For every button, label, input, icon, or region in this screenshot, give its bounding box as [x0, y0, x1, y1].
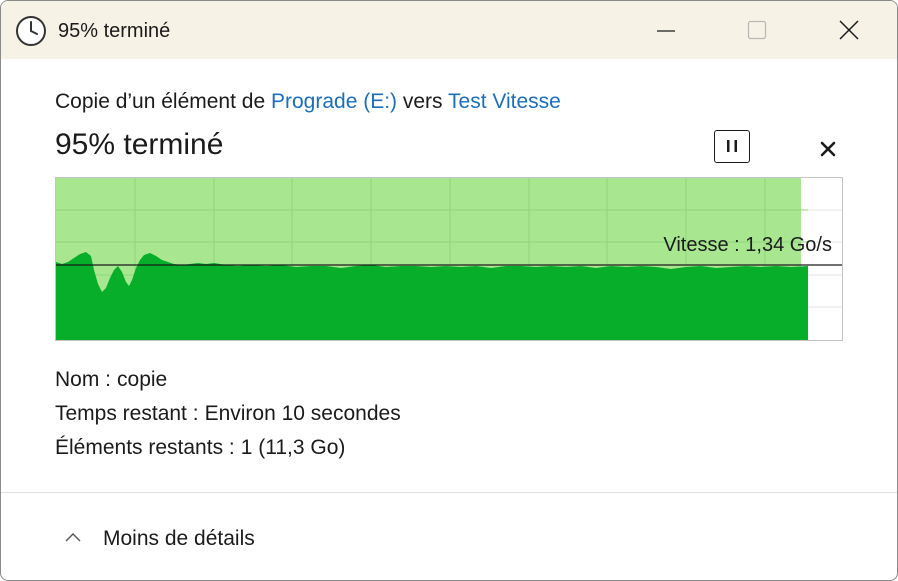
- maximize-button[interactable]: [711, 1, 803, 59]
- pause-button[interactable]: [714, 130, 750, 163]
- minimize-icon: [657, 30, 675, 32]
- cancel-icon: [820, 141, 836, 157]
- minimize-button[interactable]: [620, 1, 712, 59]
- time-remaining-label: Temps restant :: [55, 402, 199, 425]
- time-remaining-row: Temps restant : Environ 10 secondes: [55, 401, 401, 427]
- name-value: copie: [117, 368, 168, 391]
- copy-progress-window: 95% terminé Copie d’un élément de Progra…: [0, 0, 898, 581]
- progress-percent: 95% terminé: [55, 128, 224, 161]
- time-remaining-value: Environ 10 secondes: [204, 402, 401, 425]
- copy-middle: vers: [397, 90, 449, 113]
- maximize-icon: [747, 20, 767, 40]
- window-title: 95% terminé: [58, 20, 171, 42]
- name-label: Nom :: [55, 368, 112, 391]
- destination-link[interactable]: Test Vitesse: [448, 90, 561, 113]
- items-remaining-row: Éléments restants :1 (11,3 Go): [55, 435, 345, 461]
- less-details-toggle[interactable]: Moins de détails: [55, 519, 315, 559]
- close-icon: [839, 20, 859, 40]
- clock-icon: [15, 15, 47, 47]
- less-details-label: Moins de détails: [103, 527, 255, 550]
- speed-graph-canvas: [56, 178, 842, 340]
- pause-icon: [727, 140, 737, 152]
- cancel-button[interactable]: [813, 134, 843, 164]
- title-bar[interactable]: 95% terminé: [1, 1, 897, 59]
- items-remaining-label: Éléments restants :: [55, 436, 235, 459]
- close-button[interactable]: [803, 1, 895, 59]
- copy-prefix: Copie d’un élément de: [55, 90, 271, 113]
- name-row: Nom : copie: [55, 367, 167, 393]
- source-link[interactable]: Prograde (E:): [271, 90, 397, 113]
- speed-label: Vitesse : 1,34 Go/s: [663, 234, 832, 256]
- transfer-speed-graph: Vitesse : 1,34 Go/s: [55, 177, 843, 341]
- copy-description: Copie d’un élément de Prograde (E:) vers…: [55, 89, 561, 115]
- items-remaining-value: 1 (11,3 Go): [240, 436, 346, 459]
- chevron-up-icon: [65, 533, 81, 542]
- footer-divider: [1, 492, 897, 493]
